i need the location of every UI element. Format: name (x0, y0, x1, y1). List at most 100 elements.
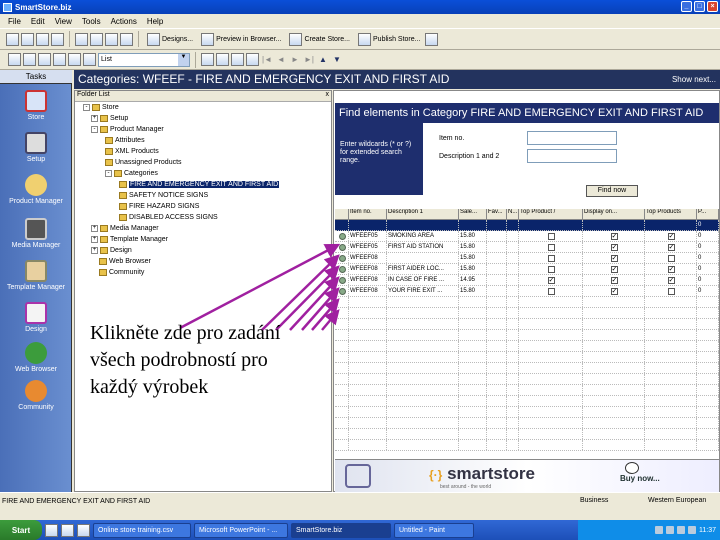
tray-icon[interactable] (655, 526, 663, 534)
next-record-icon[interactable]: ► (289, 55, 301, 64)
tree-node-fire-hazard[interactable]: FIRE HAZARD SIGNS (119, 203, 199, 210)
buy-now-link[interactable]: Buy now... (620, 474, 660, 483)
delete-icon[interactable] (51, 32, 64, 46)
checkbox-checked[interactable]: ✓ (610, 254, 618, 262)
checkbox-unchecked[interactable] (667, 254, 675, 262)
checkbox-checked[interactable]: ✓ (610, 265, 618, 273)
minimize-button[interactable]: _ (681, 1, 692, 12)
item-no-input[interactable] (527, 131, 617, 145)
expand-icon[interactable]: + (91, 225, 98, 232)
description-input[interactable] (527, 149, 617, 163)
tree-node-store[interactable]: - Store (83, 104, 119, 111)
expand-icon[interactable]: + (91, 247, 98, 254)
tree-node-xml-products[interactable]: XML Products (105, 148, 159, 155)
task-design[interactable]: Design (0, 302, 72, 333)
details-icon[interactable] (338, 265, 346, 273)
col-header-item[interactable]: Item no. (349, 209, 387, 219)
properties-icon[interactable] (53, 53, 66, 66)
search-icon[interactable] (83, 53, 96, 66)
quicklaunch-icon[interactable] (77, 523, 90, 537)
menu-edit[interactable]: Edit (31, 17, 45, 26)
task-setup[interactable]: Setup (0, 132, 72, 163)
start-button[interactable]: Start (0, 520, 42, 540)
cut-icon[interactable] (90, 32, 103, 46)
find-now-button[interactable]: Find now (586, 185, 638, 197)
table-row[interactable]: WFEEF08 FIRST AIDER LOC... 15.80 ✓ ✓ 0 (335, 264, 719, 275)
tree-node-community[interactable]: Community (99, 269, 144, 276)
tree-node-attributes[interactable]: Attributes (105, 137, 145, 144)
details-icon[interactable] (338, 232, 346, 240)
checkbox-checked[interactable]: ✓ (610, 287, 618, 295)
collapse-icon[interactable]: - (91, 126, 98, 133)
row-detail-cell[interactable] (335, 275, 349, 285)
row-detail-cell[interactable] (335, 220, 349, 230)
table-row[interactable]: 0 (335, 220, 719, 231)
col-header-p[interactable]: P... (697, 209, 719, 219)
row-detail-cell[interactable] (335, 264, 349, 274)
checkbox-checked[interactable]: ✓ (610, 276, 618, 284)
table-row[interactable]: WFEEF08 IN CASE OF FIRE ... 14.95 ✓ ✓ ✓ 0 (335, 275, 719, 286)
quicklaunch-icon[interactable] (61, 523, 74, 537)
quicklaunch-icon[interactable] (45, 523, 58, 537)
details-icon[interactable] (338, 243, 346, 251)
menu-view[interactable]: View (55, 17, 72, 26)
row-detail-cell[interactable] (335, 231, 349, 241)
tree-node-disabled-access[interactable]: DISABLED ACCESS SIGNS (119, 214, 218, 221)
paste-icon[interactable] (120, 32, 133, 46)
col-header-n[interactable]: N... (507, 209, 519, 219)
tree-node-design[interactable]: + Design (91, 247, 132, 254)
expand-icon[interactable]: + (91, 236, 98, 243)
task-media-manager[interactable]: Media Manager (0, 218, 72, 249)
save-icon[interactable] (36, 32, 49, 46)
menu-file[interactable]: File (8, 17, 21, 26)
col-header-top-product[interactable]: Top Product / (519, 209, 583, 219)
tray-icon[interactable] (688, 526, 696, 534)
table-row[interactable]: WFEEF05 SMOKING AREA 15.80 ✓ ✓ 0 (335, 231, 719, 242)
checkbox-unchecked[interactable] (547, 254, 555, 262)
checkbox-unchecked[interactable] (547, 243, 555, 251)
checkbox-unchecked[interactable] (547, 287, 555, 295)
tree-node-safety-notice[interactable]: SAFETY NOTICE SIGNS (119, 192, 208, 199)
col-header-icon[interactable] (335, 209, 349, 219)
collapse-icon[interactable]: - (105, 170, 112, 177)
detail-view-icon[interactable] (216, 53, 229, 66)
preview-button[interactable]: Preview in Browser... (198, 30, 284, 48)
table-row[interactable]: WFEEF08 YOUR FIRE EXIT ... 15.80 ✓ 0 (335, 286, 719, 297)
task-store[interactable]: Store (0, 90, 72, 121)
filter-icon[interactable] (246, 53, 259, 66)
col-header-top-products[interactable]: Top Products (645, 209, 697, 219)
tray-icon[interactable] (677, 526, 685, 534)
close-icon[interactable]: x (326, 91, 330, 98)
taskbar-item[interactable]: SmartStore.biz (291, 522, 391, 538)
open-icon[interactable] (21, 32, 34, 46)
menu-help[interactable]: Help (147, 17, 163, 26)
print-icon[interactable] (75, 32, 88, 46)
move-up-icon[interactable]: ▲ (317, 55, 329, 64)
checkbox-checked[interactable]: ✓ (547, 276, 555, 284)
designs-button[interactable]: Designs... (144, 30, 196, 48)
col-header-sale[interactable]: Sale... (459, 209, 487, 219)
checkbox-checked[interactable]: ✓ (667, 243, 675, 251)
checkbox-checked[interactable]: ✓ (667, 232, 675, 240)
chevron-down-icon[interactable]: ▼ (178, 53, 189, 66)
task-template-manager[interactable]: Template Manager (0, 260, 72, 291)
task-community[interactable]: Community (0, 380, 72, 411)
menu-tools[interactable]: Tools (82, 17, 101, 26)
checkbox-checked[interactable]: ✓ (610, 243, 618, 251)
tree-node-template-manager[interactable]: + Template Manager (91, 236, 168, 243)
task-product-manager[interactable]: Product Manager (0, 174, 72, 205)
col-header-desc[interactable]: Description 1 (387, 209, 459, 219)
table-row[interactable]: WFEEF05 FIRST AID STATION 15.80 ✓ ✓ 0 (335, 242, 719, 253)
new-icon[interactable] (6, 32, 19, 46)
expand-icon[interactable]: + (91, 115, 98, 122)
up-folder-icon[interactable] (38, 53, 51, 66)
help-icon[interactable] (425, 32, 439, 46)
row-detail-cell[interactable] (335, 242, 349, 252)
col-header-display[interactable]: Display on... (583, 209, 645, 219)
table-row[interactable]: WFEEF08 15.80 ✓ 0 (335, 253, 719, 264)
last-record-icon[interactable]: ►| (303, 55, 315, 64)
forward-icon[interactable] (23, 53, 36, 66)
tree-node-product-manager[interactable]: - Product Manager (91, 126, 164, 133)
tree-node-fire-emergency[interactable]: FIRE AND EMERGENCY EXIT AND FIRST AID (119, 181, 280, 188)
details-icon[interactable] (338, 254, 346, 262)
